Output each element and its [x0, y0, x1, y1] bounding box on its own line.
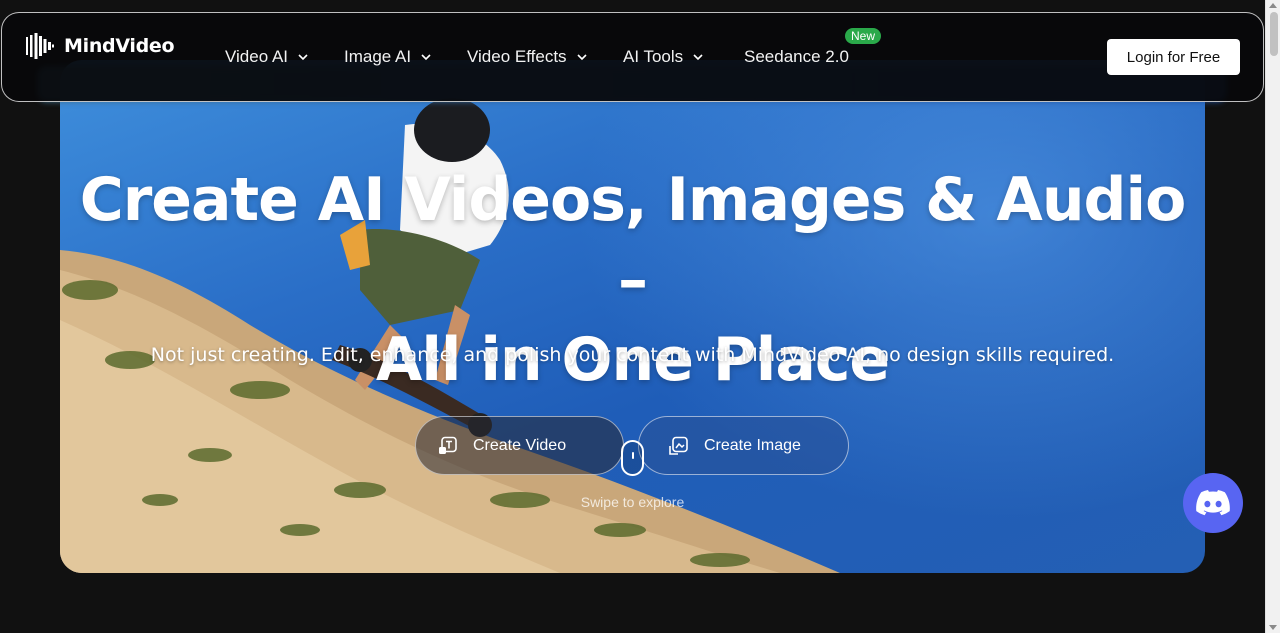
hero-subtitle: Not just creating. Edit, enhance, and po… — [150, 344, 1115, 366]
nav-item-label: Image AI — [344, 47, 412, 66]
nav-item-video-effects[interactable]: Video Effects — [467, 47, 587, 67]
nav-item-label: Video Effects — [467, 47, 567, 66]
chevron-down-icon — [298, 54, 308, 61]
nav-item-label: Video AI — [225, 47, 289, 66]
scroll-mouse-icon — [621, 440, 644, 476]
brand-logo[interactable]: MindVideo — [26, 33, 175, 59]
hero-banner: Create AI Videos, Images & Audio – All i… — [60, 60, 1205, 573]
discord-icon — [1196, 490, 1230, 516]
create-video-icon — [439, 436, 457, 454]
create-image-icon — [669, 436, 688, 455]
page-scrollbar[interactable] — [1265, 0, 1280, 633]
nav-item-seedance[interactable]: Seedance 2.0 — [744, 47, 849, 67]
nav-item-label: Seedance 2.0 — [744, 47, 849, 66]
login-button[interactable]: Login for Free — [1107, 39, 1240, 75]
chevron-down-icon — [576, 54, 587, 61]
scrollbar-thumb[interactable] — [1270, 12, 1278, 56]
create-image-button[interactable]: Create Image — [638, 416, 849, 475]
chevron-down-icon — [693, 54, 703, 61]
create-video-label: Create Video — [473, 436, 567, 454]
create-image-label: Create Image — [704, 436, 801, 454]
nav-item-ai-tools[interactable]: AI Tools — [623, 47, 703, 67]
brand-name: MindVideo — [64, 35, 175, 57]
scroll-up-arrow-icon[interactable] — [1269, 3, 1277, 8]
scroll-down-arrow-icon[interactable] — [1269, 625, 1277, 630]
chevron-down-icon — [421, 54, 431, 61]
new-badge: New — [845, 28, 882, 44]
nav-item-image-ai[interactable]: Image AI — [344, 47, 431, 67]
discord-button[interactable] — [1183, 473, 1243, 533]
nav-item-video-ai[interactable]: Video AI — [225, 47, 308, 67]
create-video-button[interactable]: Create Video — [415, 416, 624, 475]
logo-mark-icon — [26, 33, 54, 59]
swipe-hint: Swipe to explore — [580, 494, 685, 510]
nav-item-label: AI Tools — [623, 47, 684, 66]
hero-title-line-1: Create AI Videos, Images & Audio – — [79, 165, 1187, 315]
